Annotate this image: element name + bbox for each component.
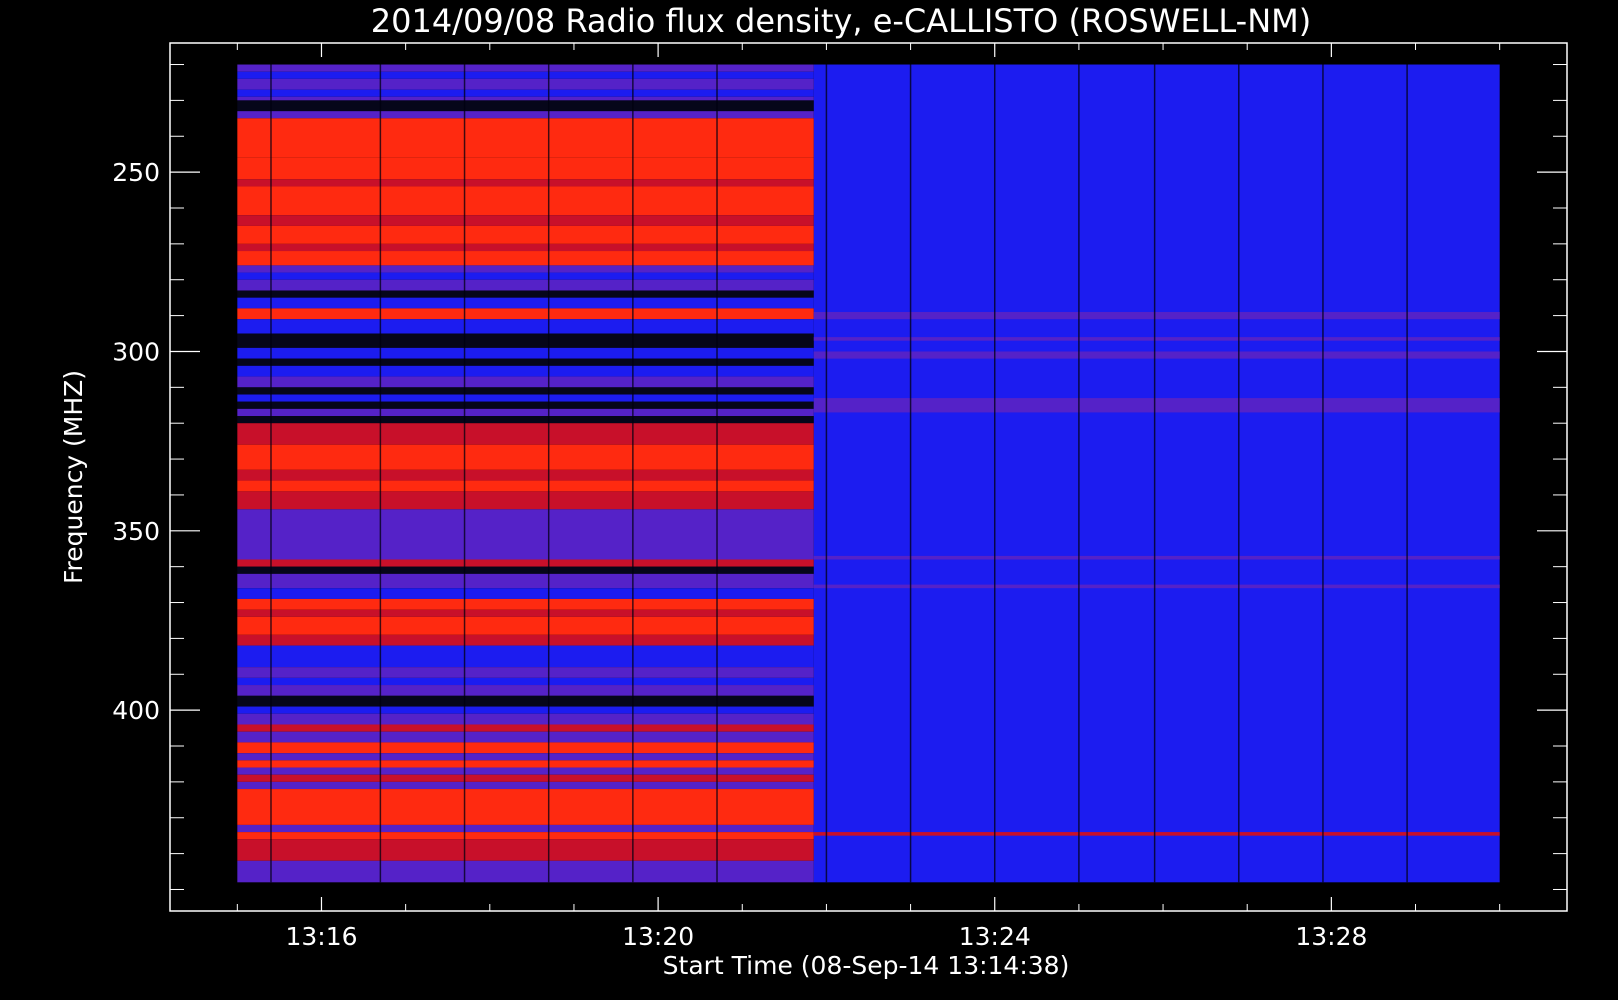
y-tick-label: 250 <box>112 158 160 187</box>
heatmap-band-early <box>237 243 814 252</box>
heatmap-band-early <box>237 616 814 635</box>
heatmap-band-late <box>813 584 1500 589</box>
heatmap-band-late <box>813 398 1500 413</box>
heatmap-band-early <box>237 251 814 266</box>
heatmap-band-early <box>237 225 814 244</box>
heatmap-band-early <box>237 297 814 309</box>
heatmap-band-early <box>237 695 814 707</box>
heatmap-band-early <box>237 724 814 732</box>
heatmap-band-early <box>237 64 814 72</box>
heatmap-band-early <box>237 753 814 761</box>
x-tick-label: 13:24 <box>959 922 1031 951</box>
heatmap-band-early <box>237 215 814 226</box>
heatmap-band-early <box>237 667 814 678</box>
heatmap-band-early <box>237 824 814 833</box>
heatmap-band-early <box>237 423 814 445</box>
x-tick-label: 13:20 <box>622 922 694 951</box>
heatmap-band-early <box>237 347 814 359</box>
heatmap-band-early <box>237 71 814 79</box>
heatmap-band-early <box>237 860 814 883</box>
heatmap-band-early <box>237 96 814 101</box>
heatmap-band-early <box>237 713 814 725</box>
heatmap-band-early <box>237 89 814 97</box>
chart-title: 2014/09/08 Radio flux density, e-CALLIST… <box>371 2 1311 40</box>
heatmap-band-early <box>237 265 814 273</box>
heatmap-area <box>237 64 1500 883</box>
heatmap-band-early <box>237 394 814 402</box>
heatmap-band-early <box>237 401 814 409</box>
heatmap-band-early <box>237 509 814 560</box>
heatmap-band-early <box>237 279 814 291</box>
heatmap-band-early <box>237 573 814 589</box>
heatmap-band-early <box>237 319 814 334</box>
heatmap-band-early <box>237 774 814 782</box>
heatmap-band-early <box>237 272 814 280</box>
heatmap-band-early <box>237 118 814 158</box>
heatmap-band-early <box>237 387 814 395</box>
heatmap-band-early <box>237 290 814 298</box>
heatmap-band-late <box>813 337 1500 341</box>
heatmap-band-early <box>237 376 814 388</box>
heatmap-band-early <box>237 444 814 470</box>
x-axis-label: Start Time (08-Sep-14 13:14:38) <box>663 951 1070 980</box>
y-tick-label: 400 <box>112 696 160 725</box>
heatmap-band-early <box>237 742 814 754</box>
heatmap-band-early <box>237 157 814 180</box>
heatmap-band-early <box>237 685 814 696</box>
heatmap-band-early <box>237 832 814 840</box>
heatmap-band-late <box>813 555 1500 560</box>
heatmap-band-early <box>237 634 814 646</box>
heatmap-band-early <box>237 358 814 366</box>
heatmap-band-early <box>237 781 814 790</box>
y-axis-label: Frequency (MHZ) <box>59 370 88 584</box>
y-tick-label: 300 <box>112 337 160 366</box>
heatmap-band-early <box>237 645 814 668</box>
heatmap-band-early <box>237 559 814 567</box>
heatmap-band-early <box>237 789 814 825</box>
heatmap-band-early <box>237 365 814 377</box>
heatmap-band-early <box>237 416 814 424</box>
heatmap-band-early <box>237 469 814 481</box>
heatmap-band-early <box>237 100 814 112</box>
heatmap-band-late <box>813 64 1500 883</box>
heatmap-band-late <box>813 351 1500 359</box>
heatmap-band-early <box>237 839 814 861</box>
heatmap-band-early <box>237 677 814 686</box>
heatmap-band-early <box>237 706 814 714</box>
heatmap-band-early <box>237 186 814 216</box>
spectrogram-chart: 2014/09/08 Radio flux density, e-CALLIST… <box>0 0 1618 1000</box>
y-tick-label: 350 <box>112 517 160 546</box>
x-tick-label: 13:16 <box>285 922 357 951</box>
heatmap-band-early <box>237 491 814 510</box>
heatmap-band-late <box>813 312 1500 320</box>
heatmap-band-late <box>813 832 1500 836</box>
heatmap-band-early <box>237 179 814 187</box>
heatmap-band-early <box>237 408 814 417</box>
heatmap-band-early <box>237 760 814 768</box>
heatmap-band-early <box>237 566 814 574</box>
heatmap-band-early <box>237 598 814 610</box>
heatmap-band-early <box>237 731 814 743</box>
x-tick-label: 13:28 <box>1295 922 1367 951</box>
heatmap-band-early <box>237 111 814 119</box>
heatmap-band-early <box>237 480 814 492</box>
heatmap-band-early <box>237 333 814 348</box>
heatmap-band-early <box>237 767 814 775</box>
heatmap-band-early <box>237 609 814 617</box>
heatmap-band-early <box>237 78 814 90</box>
heatmap-band-early <box>237 308 814 320</box>
heatmap-band-early <box>237 588 814 599</box>
